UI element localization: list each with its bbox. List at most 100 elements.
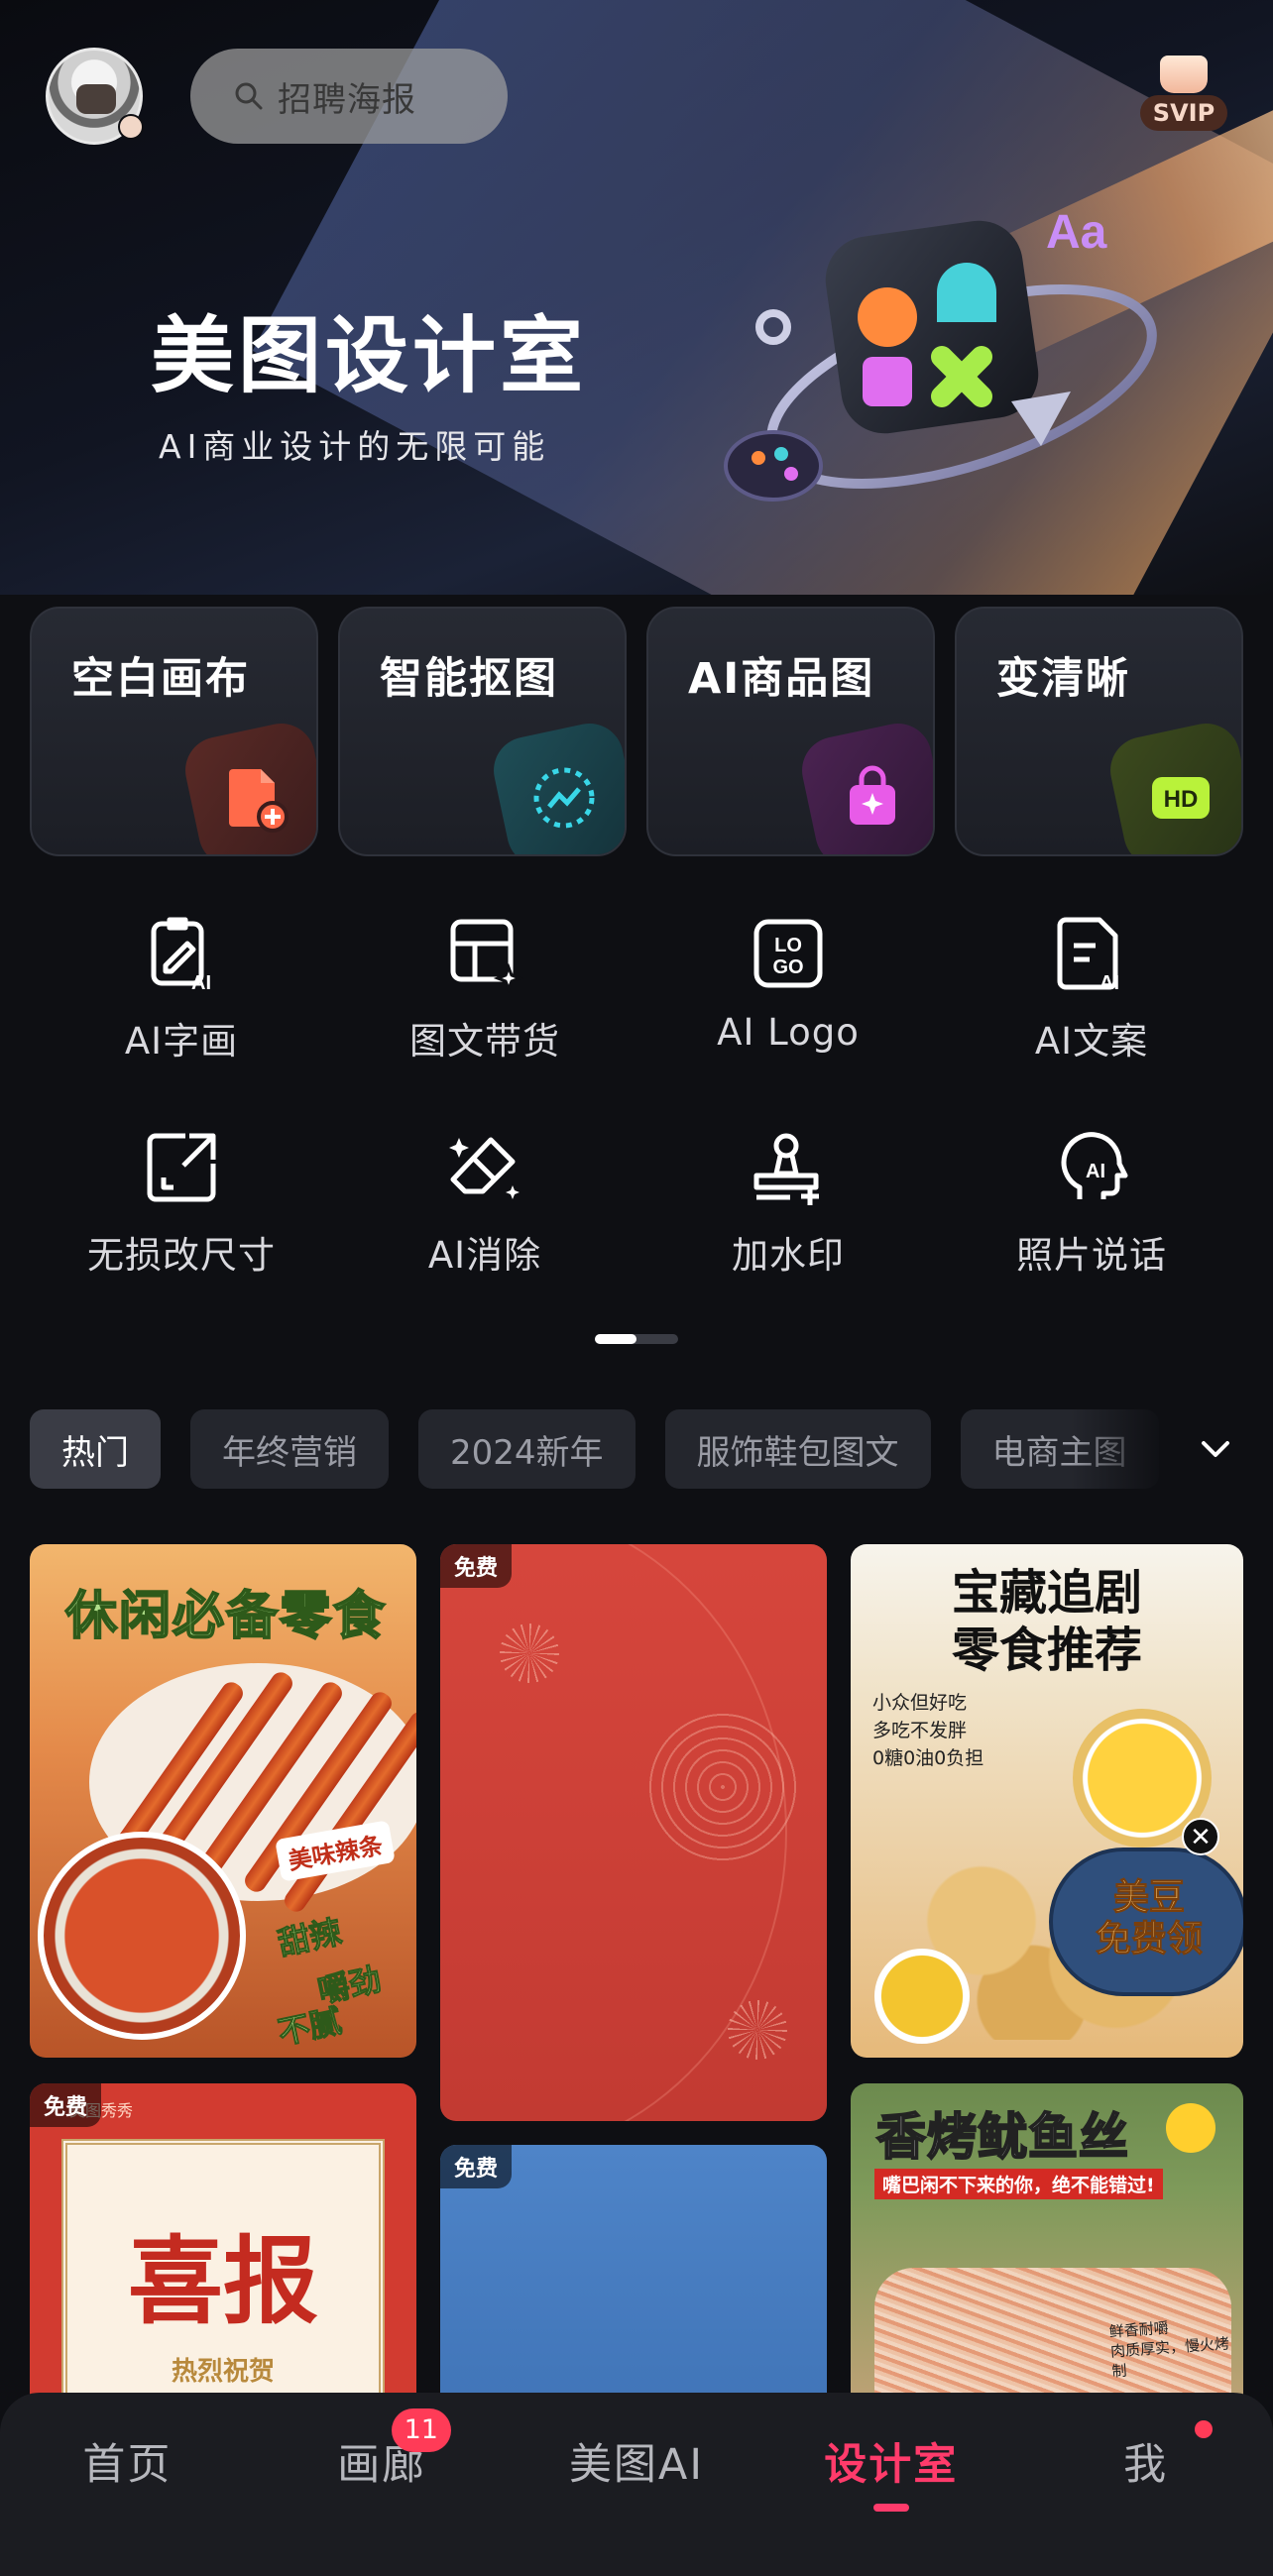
tool-ai-painting[interactable]: AI AI字画 [30,892,333,1106]
cheese-snack [874,1949,970,2044]
nav-me[interactable]: 我 [1018,2393,1273,2576]
nav-meitu-ai[interactable]: 美图AI [510,2393,764,2576]
search-bar[interactable]: 招聘海报 [190,49,508,144]
logo-icon: LO GO [753,919,823,988]
point: 多吃不发胖 [872,1720,968,1741]
template-points: 小众但好吃 多吃不发胖 0糖0油0负担 [872,1689,984,1772]
nav-label: 画廊 [337,2440,427,2490]
template-card-squid[interactable]: 香烤鱿鱼丝 嘴巴闲不下来的你，绝不能错过! 鲜香耐嚼 肉质厚实，慢火烤制 [851,2083,1243,2397]
page-indicator [595,1334,678,1344]
talking-head-icon: AI [1061,1132,1128,1199]
template-card-good-news[interactable]: 喜报 热烈祝贺 美图秀秀 免费 [30,2083,416,2397]
template-card-snack[interactable]: 休闲必备零食 美味辣条 甜辣 嚼劲 不腻 [30,1544,416,2058]
point: 小众但好吃 [872,1692,968,1714]
tool-ai-eraser[interactable]: AI消除 [333,1106,636,1320]
avatar-face [76,84,116,114]
svip-crown-icon [1160,56,1208,93]
tool-image-text-sales[interactable]: 图文带货 [333,892,636,1106]
notification-badge: 11 [391,2408,451,2452]
nav-design-studio[interactable]: 设计室 [763,2393,1018,2576]
template-card-red-poster[interactable]: 免费 [440,1544,827,2121]
poster-paper: 喜报 热烈祝贺 [61,2139,385,2397]
nav-label: 我 [1123,2440,1169,2490]
file-plus-icon [229,769,289,833]
design-app-icon: Aa [724,206,1157,502]
template-title: 喜报 [128,2225,318,2337]
chevron-down-icon [1202,1441,1229,1457]
category-chip-hot[interactable]: 热门 [30,1409,161,1489]
category-tabs: 热门 年终营销 2024新年 服饰鞋包图文 电商主图 [30,1409,1190,1489]
ai-copywriting-icon: AI [1057,917,1119,994]
category-chip-year-end[interactable]: 年终营销 [190,1409,389,1489]
tool-ai-logo[interactable]: LO GO AI Logo [636,892,940,1106]
tool-label: 无损改尺寸 [87,1234,276,1277]
tool-ai-copywriting[interactable]: AI AI文案 [940,892,1243,1106]
tool-add-watermark[interactable]: 加水印 [636,1106,940,1320]
smile-emoji-icon [1166,2103,1215,2153]
card-title: AI商品图 [688,654,875,704]
template-card-blue-poster[interactable]: 免费 [440,2145,827,2397]
template-card-drama-snack[interactable]: 宝藏追剧 零食推荐 小众但好吃 多吃不发胖 0糖0油0负担 美豆 免费领 [851,1544,1243,2058]
tool-label: 照片说话 [1016,1234,1167,1277]
page-title: 美图设计室 [151,307,588,404]
nav-gallery[interactable]: 画廊 11 [255,2393,510,2576]
nav-label: 美图AI [568,2440,705,2490]
tools-grid: AI AI字画 图文带货 LO GO AI Logo AI AI文案 无损改尺寸… [30,892,1243,1320]
point: 0糖0油0负担 [872,1747,984,1769]
bottom-nav: 首页 画廊 11 美图AI 设计室 我 [0,2393,1273,2576]
tool-talking-photo[interactable]: AI 照片说话 [940,1106,1243,1320]
template-title: 休闲必备零食 [64,1586,388,1647]
tool-label: 加水印 [732,1234,845,1277]
tool-label: AI文案 [1034,1020,1149,1063]
tool-lossless-resize[interactable]: 无损改尺寸 [30,1106,333,1320]
user-avatar[interactable] [46,48,144,145]
expand-categories-button[interactable] [1176,1409,1255,1489]
tool-label: AI消除 [427,1234,542,1277]
decor-circle [648,1713,797,1861]
chips-fade [1071,1398,1190,1497]
search-placeholder: 招聘海报 [278,79,416,120]
svip-label: SVIP [1140,95,1227,131]
template-grid: 休闲必备零食 美味辣条 甜辣 嚼劲 不腻 免费 免费 喜报 热烈祝贺 美图秀秀 … [30,1544,1243,2397]
template-note: 鲜香耐嚼 肉质厚实，慢火烤制 [1108,2312,1243,2381]
svg-text:GO: GO [772,956,803,978]
free-badge: 免费 [30,2083,102,2127]
coupon-line: 美豆 [1112,1877,1185,1919]
ai-product-image-card[interactable]: AI商品图 [646,607,935,856]
coupon-text: 美豆 免费领 [1065,1877,1233,1960]
eraser-icon [449,1137,520,1199]
page-indicator-active [595,1334,636,1344]
template-title-line: 零食推荐 [951,1623,1142,1678]
category-chip-apparel[interactable]: 服饰鞋包图文 [664,1409,931,1489]
stamp-icon [753,1133,819,1205]
svg-text:AI: AI [1086,1161,1105,1182]
svg-text:AI: AI [1099,972,1119,994]
notification-dot [1195,2420,1214,2438]
svip-button[interactable]: SVIP [1140,56,1229,135]
firework-decor [728,2000,787,2060]
blank-canvas-card[interactable]: 空白画布 [30,607,318,856]
hd-icon: HD [1152,777,1210,819]
template-subtitle: 嘴巴闲不下来的你，绝不能错过! [874,2169,1163,2199]
svg-text:Aa: Aa [1046,206,1107,259]
close-coupon-button[interactable]: ✕ [1182,1818,1219,1855]
ai-painting-icon: AI [151,917,211,994]
tool-label: AI字画 [124,1020,239,1063]
nav-home[interactable]: 首页 [0,2393,255,2576]
free-badge: 免费 [440,1544,513,1588]
tool-label: 图文带货 [409,1020,560,1063]
category-chip-new-year[interactable]: 2024新年 [418,1409,636,1489]
svg-text:AI: AI [191,972,211,994]
page-subtitle: AI商业设计的无限可能 [159,427,551,466]
card-title: 空白画布 [71,654,250,704]
template-subtitle: 热烈祝贺 [171,2357,275,2387]
template-title-line: 宝藏追剧 [951,1565,1142,1621]
tool-label: AI Logo [717,1011,860,1054]
smart-cutout-card[interactable]: 智能抠图 [338,607,627,856]
template-line: 甜辣 [275,1912,346,1963]
resize-icon [147,1133,216,1202]
enhance-clarity-card[interactable]: 变清晰 HD [955,607,1243,856]
nav-label: 首页 [82,2440,173,2490]
active-indicator [872,2504,909,2512]
avatar-badge [118,114,144,140]
